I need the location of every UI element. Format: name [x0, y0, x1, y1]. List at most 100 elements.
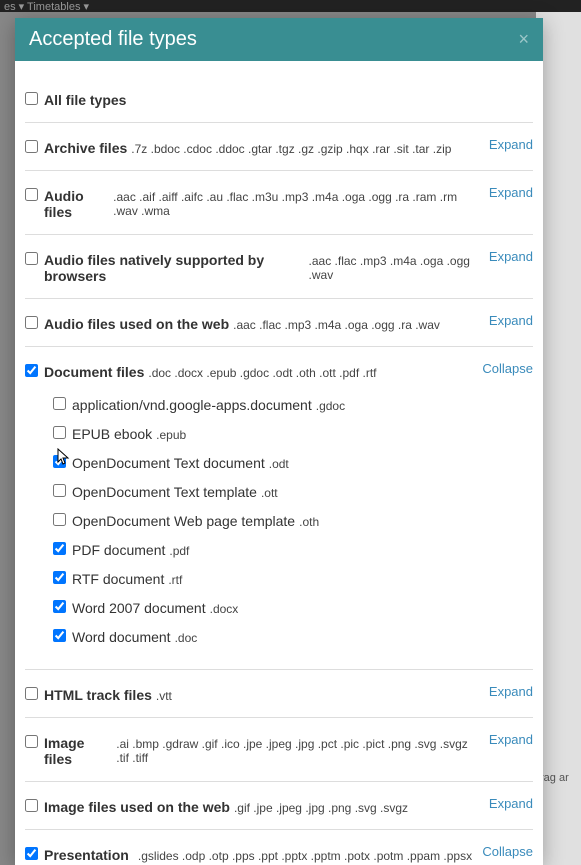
section-checkbox-presentation[interactable]	[25, 847, 38, 860]
item-checkbox[interactable]	[53, 542, 66, 555]
section-main: Archive files .7z .bdoc .cdoc .ddoc .gtar…	[25, 137, 481, 156]
section-document: Document files.doc .docx .epub .gdoc .od…	[25, 347, 533, 670]
section-main: Image files used on the web .gif .jpe .jp…	[25, 796, 481, 815]
section-extensions: .ai .bmp .gdraw .gif .ico .jpe .jpeg .jp…	[116, 737, 481, 765]
item-checkbox[interactable]	[53, 426, 66, 439]
section-checkbox-document[interactable]	[25, 364, 38, 377]
expand-link[interactable]: Expand	[489, 796, 533, 811]
item-label: Word document	[72, 629, 171, 645]
list-item: PDF document .pdf	[53, 539, 533, 558]
section-audio: Audio files.aac .aif .aiff .aifc .au .fl…	[25, 171, 533, 235]
section-label: Audio files	[44, 188, 109, 220]
section-image-web: Image files used on the web .gif .jpe .jp…	[25, 782, 533, 830]
list-item: application/vnd.google-apps.document .gdo…	[53, 394, 533, 413]
section-audio-native: Audio files natively supported by browse…	[25, 235, 533, 299]
section-image: Image files.ai .bmp .gdraw .gif .ico .jp…	[25, 718, 533, 782]
expand-link[interactable]: Expand	[489, 137, 533, 152]
section-presentation: Presentation files.gslides .odp .otp .pp…	[25, 830, 533, 865]
section-extensions: .gslides .odp .otp .pps .ppt .pptx .pptm…	[138, 849, 475, 865]
item-checkbox[interactable]	[53, 455, 66, 468]
item-label: RTF document	[72, 571, 164, 587]
item-label: PDF document	[72, 542, 165, 558]
item-checkbox[interactable]	[53, 513, 66, 526]
section-label: Image files used on the web	[44, 799, 230, 815]
section-head: HTML track files.vtt Expand	[25, 684, 533, 703]
list-item: Word 2007 document.docx	[53, 597, 533, 616]
collapse-link[interactable]: Collapse	[482, 361, 533, 376]
section-checkbox-image[interactable]	[25, 735, 38, 748]
list-item: RTF document .rtf	[53, 568, 533, 587]
item-checkbox[interactable]	[53, 629, 66, 642]
section-main: Audio files used on the web .aac .flac .m…	[25, 313, 481, 332]
item-label: OpenDocument Text template	[72, 484, 257, 500]
list-item: Word document .doc	[53, 626, 533, 645]
section-checkbox-audio-native[interactable]	[25, 252, 38, 265]
section-head: Audio files used on the web .aac .flac .m…	[25, 313, 533, 332]
accepted-file-types-modal: Accepted file types × All file types Arc…	[15, 18, 543, 865]
item-checkbox[interactable]	[53, 397, 66, 410]
item-extension: .pdf	[169, 544, 189, 558]
expand-link[interactable]: Expand	[489, 684, 533, 699]
modal-header: Accepted file types ×	[15, 18, 543, 61]
section-main: Document files.doc .docx .epub .gdoc .od…	[25, 361, 474, 380]
section-head: Archive files .7z .bdoc .cdoc .ddoc .gtar…	[25, 137, 533, 156]
all-file-types-label: All file types	[44, 92, 126, 108]
section-label: Presentation files	[44, 847, 134, 865]
section-main: Audio files.aac .aif .aiff .aifc .au .fl…	[25, 185, 481, 220]
section-main: Audio files natively supported by browse…	[25, 249, 481, 284]
list-item: OpenDocument Text document .odt	[53, 452, 533, 471]
expand-link[interactable]: Expand	[489, 249, 533, 264]
section-html-track: HTML track files.vtt Expand	[25, 670, 533, 718]
collapse-link[interactable]: Collapse	[482, 844, 533, 859]
section-head: Audio files.aac .aif .aiff .aifc .au .fl…	[25, 185, 533, 220]
section-label: Audio files used on the web	[44, 316, 229, 332]
expand-link[interactable]: Expand	[489, 732, 533, 747]
item-extension: .ott	[261, 486, 278, 500]
section-head: Audio files natively supported by browse…	[25, 249, 533, 284]
sublist-document: application/vnd.google-apps.document .gdo…	[53, 394, 533, 645]
all-file-types-row: All file types	[25, 75, 533, 123]
section-label: Image files	[44, 735, 112, 767]
close-icon[interactable]: ×	[518, 29, 529, 50]
section-archive: Archive files .7z .bdoc .cdoc .ddoc .gtar…	[25, 123, 533, 171]
expand-link[interactable]: Expand	[489, 313, 533, 328]
section-checkbox-html-track[interactable]	[25, 687, 38, 700]
item-extension: .gdoc	[316, 399, 345, 413]
item-label: OpenDocument Web page template	[72, 513, 295, 529]
item-label: application/vnd.google-apps.document	[72, 397, 312, 413]
section-label: HTML track files	[44, 687, 152, 703]
item-label: EPUB ebook	[72, 426, 152, 442]
modal-body: All file types Archive files .7z .bdoc .c…	[15, 61, 543, 865]
section-label: Archive files	[44, 140, 127, 156]
section-checkbox-archive[interactable]	[25, 140, 38, 153]
expand-link[interactable]: Expand	[489, 185, 533, 200]
list-item: OpenDocument Web page template .oth	[53, 510, 533, 529]
section-head: Image files used on the web .gif .jpe .jp…	[25, 796, 533, 815]
item-label: OpenDocument Text document	[72, 455, 265, 471]
item-label: Word 2007 document	[72, 600, 206, 616]
section-head: Document files.doc .docx .epub .gdoc .od…	[25, 361, 533, 380]
section-head: Image files.ai .bmp .gdraw .gif .ico .jp…	[25, 732, 533, 767]
section-extensions: .aac .flac .mp3 .m4a .oga .ogg .ra .wav	[233, 318, 440, 332]
section-extensions: .aac .flac .mp3 .m4a .oga .ogg .wav	[309, 254, 481, 282]
section-extensions: .doc .docx .epub .gdoc .odt .oth .ott .p…	[148, 366, 376, 380]
item-extension: .rtf	[168, 573, 182, 587]
item-checkbox[interactable]	[53, 571, 66, 584]
item-extension: .oth	[299, 515, 319, 529]
section-checkbox-audio[interactable]	[25, 188, 38, 201]
item-checkbox[interactable]	[53, 484, 66, 497]
section-extensions: .7z .bdoc .cdoc .ddoc .gtar .tgz .gz .gz…	[131, 142, 451, 156]
background-menubar: es ▾ Timetables ▾	[0, 0, 581, 12]
section-main: HTML track files.vtt	[25, 684, 481, 703]
item-extension: .odt	[269, 457, 289, 471]
section-main: Presentation files.gslides .odp .otp .pp…	[25, 844, 474, 865]
item-extension: .doc	[175, 631, 198, 645]
section-main: Image files.ai .bmp .gdraw .gif .ico .jp…	[25, 732, 481, 767]
section-extensions: .aac .aif .aiff .aifc .au .flac .m3u .mp…	[113, 190, 481, 218]
section-checkbox-audio-web[interactable]	[25, 316, 38, 329]
section-checkbox-image-web[interactable]	[25, 799, 38, 812]
item-checkbox[interactable]	[53, 600, 66, 613]
all-file-types-checkbox[interactable]	[25, 92, 38, 105]
section-extensions: .gif .jpe .jpeg .jpg .png .svg .svgz	[234, 801, 408, 815]
item-extension: .epub	[156, 428, 186, 442]
